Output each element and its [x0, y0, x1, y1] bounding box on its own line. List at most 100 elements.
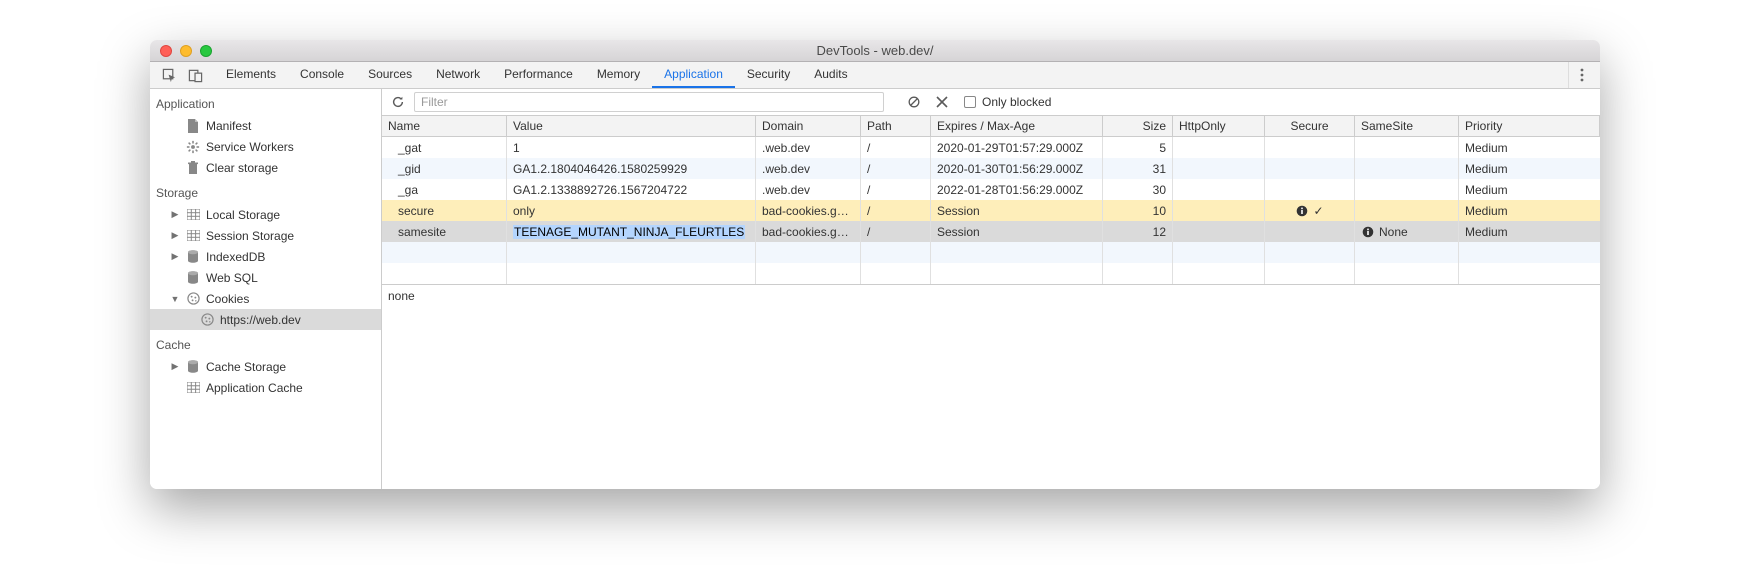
- sidebar-section-application: Application: [150, 89, 381, 115]
- cell-path: /: [861, 158, 931, 179]
- empty-cell: [1355, 242, 1459, 263]
- sidebar-item-indexeddb[interactable]: ▶IndexedDB: [150, 246, 381, 267]
- column-header-value[interactable]: Value: [507, 116, 756, 136]
- sidebar-item-manifest[interactable]: Manifest: [150, 115, 381, 136]
- cell-priority: Medium: [1459, 158, 1600, 179]
- delete-selected-icon[interactable]: [930, 90, 954, 114]
- empty-cell: [1265, 242, 1355, 263]
- tab-audits[interactable]: Audits: [802, 62, 859, 88]
- column-header-path[interactable]: Path: [861, 116, 931, 136]
- tab-console[interactable]: Console: [288, 62, 356, 88]
- cell-expires: Session: [931, 221, 1103, 242]
- column-header-name[interactable]: Name: [382, 116, 507, 136]
- empty-cell: [1355, 263, 1459, 284]
- cell-path: /: [861, 221, 931, 242]
- empty-cell: [931, 263, 1103, 284]
- cell-expires: 2020-01-30T01:56:29.000Z: [931, 158, 1103, 179]
- column-header-size[interactable]: Size: [1103, 116, 1173, 136]
- cookies-panel: Only blocked NameValueDomainPathExpires …: [382, 89, 1600, 489]
- sidebar-item-cache-storage[interactable]: ▶ Cache Storage: [150, 356, 381, 377]
- table-row[interactable]: _gaGA1.2.1338892726.1567204722.web.dev/2…: [382, 179, 1600, 200]
- empty-cell: [382, 242, 507, 263]
- tab-security[interactable]: Security: [735, 62, 802, 88]
- column-header-samesite[interactable]: SameSite: [1355, 116, 1459, 136]
- sidebar-item-label: Local Storage: [206, 208, 280, 222]
- column-header-domain[interactable]: Domain: [756, 116, 861, 136]
- refresh-icon[interactable]: [386, 90, 410, 114]
- tab-performance[interactable]: Performance: [492, 62, 585, 88]
- empty-cell: [1173, 242, 1265, 263]
- sidebar-item-cookies[interactable]: ▼ Cookies: [150, 288, 381, 309]
- cookies-toolbar: Only blocked: [382, 89, 1600, 116]
- column-header-priority[interactable]: Priority: [1459, 116, 1600, 136]
- cell-size: 10: [1103, 200, 1173, 221]
- device-toolbar-icon[interactable]: [182, 62, 208, 88]
- sidebar-item-label: Cookies: [206, 292, 249, 306]
- sidebar-item-web-sql[interactable]: Web SQL: [150, 267, 381, 288]
- tab-memory[interactable]: Memory: [585, 62, 652, 88]
- more-options-icon[interactable]: [1568, 62, 1594, 88]
- table-row[interactable]: _gat1.web.dev/2020-01-29T01:57:29.000Z5M…: [382, 137, 1600, 158]
- cell-size: 5: [1103, 137, 1173, 158]
- cell-value: GA1.2.1338892726.1567204722: [507, 179, 756, 200]
- cell-value: only: [507, 200, 756, 221]
- empty-cell: [382, 263, 507, 284]
- cell-domain: .web.dev: [756, 179, 861, 200]
- cell-samesite: [1355, 158, 1459, 179]
- clear-all-icon[interactable]: [902, 90, 926, 114]
- cookie-icon: [186, 292, 200, 305]
- sidebar-item-clear-storage[interactable]: Clear storage: [150, 157, 381, 178]
- tab-elements[interactable]: Elements: [214, 62, 288, 88]
- tab-sources[interactable]: Sources: [356, 62, 424, 88]
- cookie-icon: [200, 313, 214, 326]
- only-blocked-checkbox[interactable]: [964, 96, 976, 108]
- cell-samesite: [1355, 179, 1459, 200]
- inspect-element-icon[interactable]: [156, 62, 182, 88]
- column-header-secure[interactable]: Secure: [1265, 116, 1355, 136]
- chevron-right-icon[interactable]: ▶: [170, 209, 180, 220]
- column-header-httponly[interactable]: HttpOnly: [1173, 116, 1265, 136]
- table-row[interactable]: secureonlybad-cookies.g…/Session10✓Mediu…: [382, 200, 1600, 221]
- cell-httponly: [1173, 137, 1265, 158]
- application-sidebar: ApplicationManifestService WorkersClear …: [150, 89, 382, 489]
- empty-cell: [756, 263, 861, 284]
- cell-secure: ✓: [1265, 200, 1355, 221]
- cell-expires: Session: [931, 200, 1103, 221]
- cell-value: GA1.2.1804046426.1580259929: [507, 158, 756, 179]
- titlebar: DevTools - web.dev/: [150, 40, 1600, 62]
- empty-cell: [1103, 242, 1173, 263]
- cell-priority: Medium: [1459, 137, 1600, 158]
- empty-cell: [1459, 242, 1600, 263]
- chevron-right-icon[interactable]: ▶: [170, 251, 180, 262]
- sidebar-item-service-workers[interactable]: Service Workers: [150, 136, 381, 157]
- file-icon: [186, 119, 200, 133]
- cell-secure: [1265, 179, 1355, 200]
- cell-path: /: [861, 137, 931, 158]
- tab-application[interactable]: Application: [652, 62, 735, 88]
- sidebar-item-application-cache[interactable]: Application Cache: [150, 377, 381, 398]
- only-blocked-toggle[interactable]: Only blocked: [964, 95, 1051, 109]
- sidebar-item-local-storage[interactable]: ▶ Local Storage: [150, 204, 381, 225]
- cell-priority: Medium: [1459, 221, 1600, 242]
- tab-network[interactable]: Network: [424, 62, 492, 88]
- chevron-down-icon[interactable]: ▼: [170, 294, 180, 304]
- cell-httponly: [1173, 221, 1265, 242]
- chevron-right-icon[interactable]: ▶: [170, 230, 180, 241]
- cell-samesite: [1355, 200, 1459, 221]
- sidebar-item-session-storage[interactable]: ▶Session Storage: [150, 225, 381, 246]
- column-header-expires-max-age[interactable]: Expires / Max-Age: [931, 116, 1103, 136]
- filter-input[interactable]: [414, 92, 884, 112]
- panel-tabs: ElementsConsoleSourcesNetworkPerformance…: [214, 62, 860, 88]
- sidebar-item-label: Cache Storage: [206, 360, 286, 374]
- sidebar-item-https-web-dev[interactable]: https://web.dev: [150, 309, 381, 330]
- cell-httponly: [1173, 158, 1265, 179]
- grid-icon: [186, 230, 200, 241]
- cell-domain: bad-cookies.g…: [756, 200, 861, 221]
- table-row[interactable]: _gidGA1.2.1804046426.1580259929.web.dev/…: [382, 158, 1600, 179]
- table-row[interactable]: samesiteTEENAGE_MUTANT_NINJA_FLEURTLESba…: [382, 221, 1600, 242]
- empty-cell: [1265, 263, 1355, 284]
- cell-value: 1: [507, 137, 756, 158]
- sidebar-item-label: Application Cache: [206, 381, 303, 395]
- cell-domain: bad-cookies.g…: [756, 221, 861, 242]
- chevron-right-icon[interactable]: ▶: [170, 361, 180, 372]
